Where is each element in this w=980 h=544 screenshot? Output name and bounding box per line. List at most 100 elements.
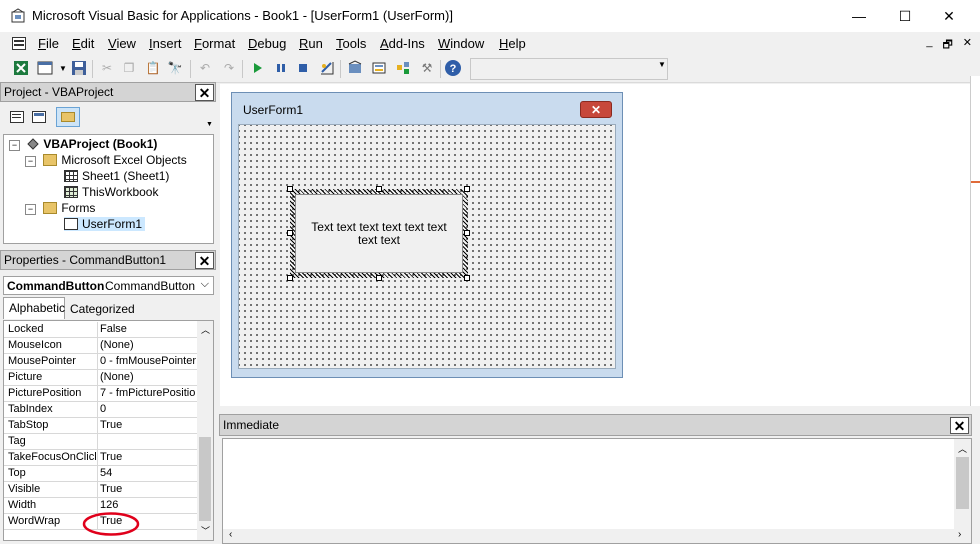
- toggle-folders-button[interactable]: [56, 107, 80, 127]
- mdi-close-button[interactable]: ✕: [963, 36, 972, 55]
- find-icon[interactable]: 🔭: [166, 59, 184, 77]
- property-row[interactable]: TabIndex 0: [4, 402, 197, 418]
- menu-add-ins[interactable]: Add-Ins: [380, 36, 425, 51]
- property-row[interactable]: Locked False: [4, 322, 197, 338]
- menu-debug[interactable]: Debug: [248, 36, 286, 51]
- tree-item-sheet1[interactable]: Sheet1 (Sheet1): [64, 169, 169, 183]
- property-value[interactable]: True: [100, 483, 196, 495]
- insert-userform-icon[interactable]: [36, 59, 54, 77]
- menu-insert[interactable]: Insert: [149, 36, 182, 51]
- project-toolbar-scrollbar[interactable]: ▼: [203, 103, 216, 131]
- property-row[interactable]: Picture (None): [4, 370, 197, 386]
- property-value[interactable]: 126: [100, 499, 196, 511]
- immediate-close-icon[interactable]: ✕: [950, 417, 969, 434]
- form-view-icon[interactable]: [12, 37, 26, 50]
- tab-alphabetic[interactable]: Alphabetic: [3, 297, 65, 319]
- immediate-vscrollbar[interactable]: ︿: [954, 439, 971, 529]
- scroll-up-icon[interactable]: ︿: [958, 442, 967, 455]
- menu-view[interactable]: View: [108, 36, 136, 51]
- tree-item-thisworkbook[interactable]: ThisWorkbook: [64, 185, 158, 199]
- resize-handle-ne[interactable]: [464, 186, 470, 192]
- menu-tools[interactable]: Tools: [336, 36, 366, 51]
- properties-close-icon[interactable]: ✕: [195, 252, 214, 269]
- property-value[interactable]: 54: [100, 467, 196, 479]
- property-value[interactable]: (None): [100, 339, 196, 351]
- property-value[interactable]: 7 - fmPicturePosition: [100, 387, 196, 399]
- paste-icon[interactable]: 📋: [144, 59, 162, 77]
- property-row[interactable]: TakeFocusOnClick True: [4, 450, 197, 466]
- object-browser-icon[interactable]: [394, 59, 412, 77]
- reset-icon[interactable]: [294, 59, 312, 77]
- tree-item-vbaproject[interactable]: − VBAProject (Book1): [9, 137, 157, 151]
- properties-scrollbar[interactable]: ︿ ﹀: [197, 321, 213, 540]
- resize-handle-w[interactable]: [287, 230, 293, 236]
- menu-format[interactable]: Format: [194, 36, 235, 51]
- toolbox-icon[interactable]: ⚒: [418, 59, 436, 77]
- property-row[interactable]: TabStop True: [4, 418, 197, 434]
- scroll-right-icon[interactable]: ›: [958, 529, 961, 540]
- toolbar-position-field[interactable]: [470, 58, 668, 80]
- excel-icon[interactable]: [12, 59, 30, 77]
- minimize-button[interactable]: —: [836, 0, 882, 32]
- tab-categorized[interactable]: Categorized: [65, 299, 135, 319]
- property-row[interactable]: MouseIcon (None): [4, 338, 197, 354]
- menu-window[interactable]: Window: [438, 36, 484, 51]
- design-mode-icon[interactable]: [318, 59, 336, 77]
- collapse-icon[interactable]: −: [25, 156, 36, 167]
- immediate-window[interactable]: ︿ ‹ ›: [222, 438, 972, 544]
- immediate-hscrollbar[interactable]: ‹ ›: [223, 529, 971, 543]
- property-row[interactable]: Top 54: [4, 466, 197, 482]
- view-object-icon[interactable]: [32, 111, 46, 123]
- property-row[interactable]: PicturePosition 7 - fmPicturePosition: [4, 386, 197, 402]
- resize-handle-e[interactable]: [464, 230, 470, 236]
- chevron-down-icon[interactable]: ⌵: [201, 278, 209, 291]
- redo-icon[interactable]: ↷: [220, 59, 238, 77]
- save-icon[interactable]: [70, 59, 88, 77]
- mdi-minimize-button[interactable]: _: [926, 36, 932, 55]
- resize-handle-se[interactable]: [464, 275, 470, 281]
- property-value[interactable]: (None): [100, 371, 196, 383]
- scroll-thumb[interactable]: [199, 437, 211, 521]
- cut-icon[interactable]: ✂: [98, 59, 116, 77]
- menu-help[interactable]: Help: [499, 36, 526, 51]
- menu-run[interactable]: Run: [299, 36, 323, 51]
- property-row[interactable]: Visible True: [4, 482, 197, 498]
- property-value[interactable]: True: [100, 451, 196, 463]
- close-button[interactable]: ✕: [926, 0, 972, 32]
- menu-edit[interactable]: Edit: [72, 36, 94, 51]
- mdi-restore-button[interactable]: 🗗: [942, 36, 952, 55]
- project-close-icon[interactable]: ✕: [195, 84, 214, 101]
- toolbar-chevron-icon[interactable]: ▼: [658, 60, 666, 69]
- undo-icon[interactable]: ↶: [196, 59, 214, 77]
- command-button-1[interactable]: Text text text text text text text text: [295, 194, 463, 273]
- resize-handle-s[interactable]: [376, 275, 382, 281]
- resize-handle-sw[interactable]: [287, 275, 293, 281]
- property-value[interactable]: True: [100, 419, 196, 431]
- scroll-thumb[interactable]: [956, 457, 969, 509]
- help-icon[interactable]: ?: [444, 59, 462, 77]
- resize-handle-n[interactable]: [376, 186, 382, 192]
- scroll-up-icon[interactable]: ︿: [201, 323, 210, 336]
- run-icon[interactable]: [248, 59, 266, 77]
- pause-icon[interactable]: [272, 59, 290, 77]
- userform-close-button[interactable]: ✕: [580, 101, 612, 118]
- object-selector[interactable]: CommandButton CommandButton ⌵: [3, 276, 214, 295]
- property-row[interactable]: MousePointer 0 - fmMousePointer: [4, 354, 197, 370]
- resize-handle-nw[interactable]: [287, 186, 293, 192]
- view-code-icon[interactable]: [10, 111, 24, 123]
- scroll-down-icon[interactable]: ﹀: [201, 524, 210, 537]
- project-explorer-icon[interactable]: [346, 59, 364, 77]
- property-value[interactable]: 0 - fmMousePointer: [100, 355, 196, 367]
- menu-file[interactable]: File: [38, 36, 59, 51]
- scroll-left-icon[interactable]: ‹: [229, 529, 232, 540]
- copy-icon[interactable]: ❐: [120, 59, 138, 77]
- property-value[interactable]: 0: [100, 403, 196, 415]
- tree-item-userform1[interactable]: UserForm1: [64, 217, 146, 231]
- property-row[interactable]: Tag: [4, 434, 197, 450]
- collapse-icon[interactable]: −: [9, 140, 20, 151]
- properties-window-icon[interactable]: [370, 59, 388, 77]
- collapse-icon[interactable]: −: [25, 204, 36, 215]
- tree-item-forms[interactable]: − Forms: [25, 201, 95, 215]
- tree-item-excel-objects[interactable]: − Microsoft Excel Objects: [25, 153, 187, 167]
- maximize-button[interactable]: ☐: [882, 0, 928, 32]
